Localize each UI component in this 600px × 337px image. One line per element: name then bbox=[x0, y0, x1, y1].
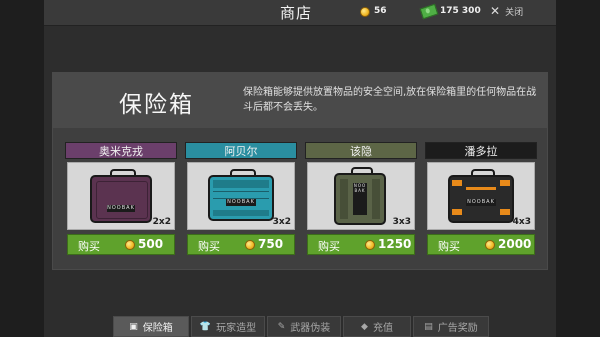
card-size: 2x2 bbox=[152, 217, 171, 227]
coin-icon bbox=[365, 240, 375, 250]
tab-safe-box[interactable]: ▣ 保险箱 bbox=[113, 316, 189, 337]
tab-label: 保险箱 bbox=[142, 323, 173, 334]
safe-box-panel: 保险箱 保险箱能够提供放置物品的安全空间,放在保险箱里的任何物品在战斗后都不会丢… bbox=[52, 72, 548, 270]
buy-button[interactable]: 购买 500 bbox=[67, 234, 175, 255]
panel-header: 保险箱 保险箱能够提供放置物品的安全空间,放在保险箱里的任何物品在战斗后都不会丢… bbox=[53, 73, 547, 128]
card-image: NOOBAK 2x2 bbox=[67, 162, 175, 230]
close-button[interactable]: ✕ 关闭 bbox=[490, 4, 523, 18]
tab-label: 广告奖励 bbox=[437, 323, 478, 334]
tab-label: 武器伪装 bbox=[290, 323, 331, 334]
close-icon: ✕ bbox=[490, 4, 501, 18]
card-size: 4x3 bbox=[512, 217, 531, 227]
card-name: 阿贝尔 bbox=[185, 142, 297, 159]
tab-recharge[interactable]: ◆ 充值 bbox=[343, 316, 411, 337]
safe-card-pandora[interactable]: 潘多拉 NOOBAK 4x3 购买 2000 bbox=[425, 142, 537, 257]
price-value: 750 bbox=[258, 237, 284, 251]
close-label: 关闭 bbox=[505, 7, 524, 18]
card-name: 潘多拉 bbox=[425, 142, 537, 159]
price-value: 500 bbox=[138, 237, 164, 251]
card-name: 该隐 bbox=[305, 142, 417, 159]
card-image: NOOBAK 3x3 bbox=[307, 162, 415, 230]
buy-button[interactable]: 购买 1250 bbox=[307, 234, 415, 255]
price-value: 2000 bbox=[498, 237, 532, 251]
buy-label: 购买 bbox=[198, 240, 220, 253]
buy-label: 购买 bbox=[78, 240, 100, 253]
brush-icon: ✎ bbox=[277, 321, 286, 332]
buy-button[interactable]: 购买 750 bbox=[187, 234, 295, 255]
coin-icon bbox=[485, 240, 495, 250]
card-name: 奥米克戎 bbox=[65, 142, 177, 159]
panel-description: 保险箱能够提供放置物品的安全空间,放在保险箱里的任何物品在战斗后都不会丢失。 bbox=[243, 87, 537, 113]
tab-label: 充值 bbox=[372, 323, 393, 334]
safe-card-omicron[interactable]: 奥米克戎 NOOBAK 2x2 购买 500 bbox=[65, 142, 177, 257]
diamond-icon: ◆ bbox=[361, 321, 368, 332]
panel-title: 保险箱 bbox=[119, 92, 194, 118]
bottom-tab-bar: ▣ 保险箱 👕 玩家造型 ✎ 武器伪装 ◆ 充值 ▤ 广告奖励 bbox=[113, 316, 489, 337]
coin-icon bbox=[360, 7, 370, 17]
shirt-icon: 👕 bbox=[199, 321, 212, 332]
buy-label: 购买 bbox=[318, 240, 340, 253]
tab-ad-reward[interactable]: ▤ 广告奖励 bbox=[413, 316, 489, 337]
safe-box-icon: ▣ bbox=[129, 321, 138, 332]
card-size: 3x3 bbox=[392, 217, 411, 227]
tab-weapon-camo[interactable]: ✎ 武器伪装 bbox=[267, 316, 341, 337]
cash-icon bbox=[419, 3, 439, 20]
buy-label: 购买 bbox=[438, 240, 460, 253]
shop-title: 商店 bbox=[280, 4, 313, 22]
right-edge bbox=[556, 0, 600, 337]
card-size: 3x2 bbox=[272, 217, 291, 227]
safe-card-cain[interactable]: 该隐 NOOBAK 3x3 购买 1250 bbox=[305, 142, 417, 257]
cash-balance: 175 300 bbox=[440, 6, 481, 16]
coin-balance: 56 bbox=[374, 6, 387, 16]
coin-icon bbox=[125, 240, 135, 250]
card-image: NOOBAK 3x2 bbox=[187, 162, 295, 230]
coin-icon bbox=[245, 240, 255, 250]
gift-icon: ▤ bbox=[424, 321, 433, 332]
card-image: NOOBAK 4x3 bbox=[427, 162, 535, 230]
tab-label: 玩家造型 bbox=[216, 323, 257, 334]
price-value: 1250 bbox=[378, 237, 412, 251]
top-bar: 商店 56 175 300 ✕ 关闭 bbox=[44, 0, 556, 26]
tab-player-skin[interactable]: 👕 玩家造型 bbox=[191, 316, 265, 337]
buy-button[interactable]: 购买 2000 bbox=[427, 234, 535, 255]
left-edge bbox=[0, 0, 44, 337]
safe-card-abel[interactable]: 阿贝尔 NOOBAK 3x2 购买 750 bbox=[185, 142, 297, 257]
